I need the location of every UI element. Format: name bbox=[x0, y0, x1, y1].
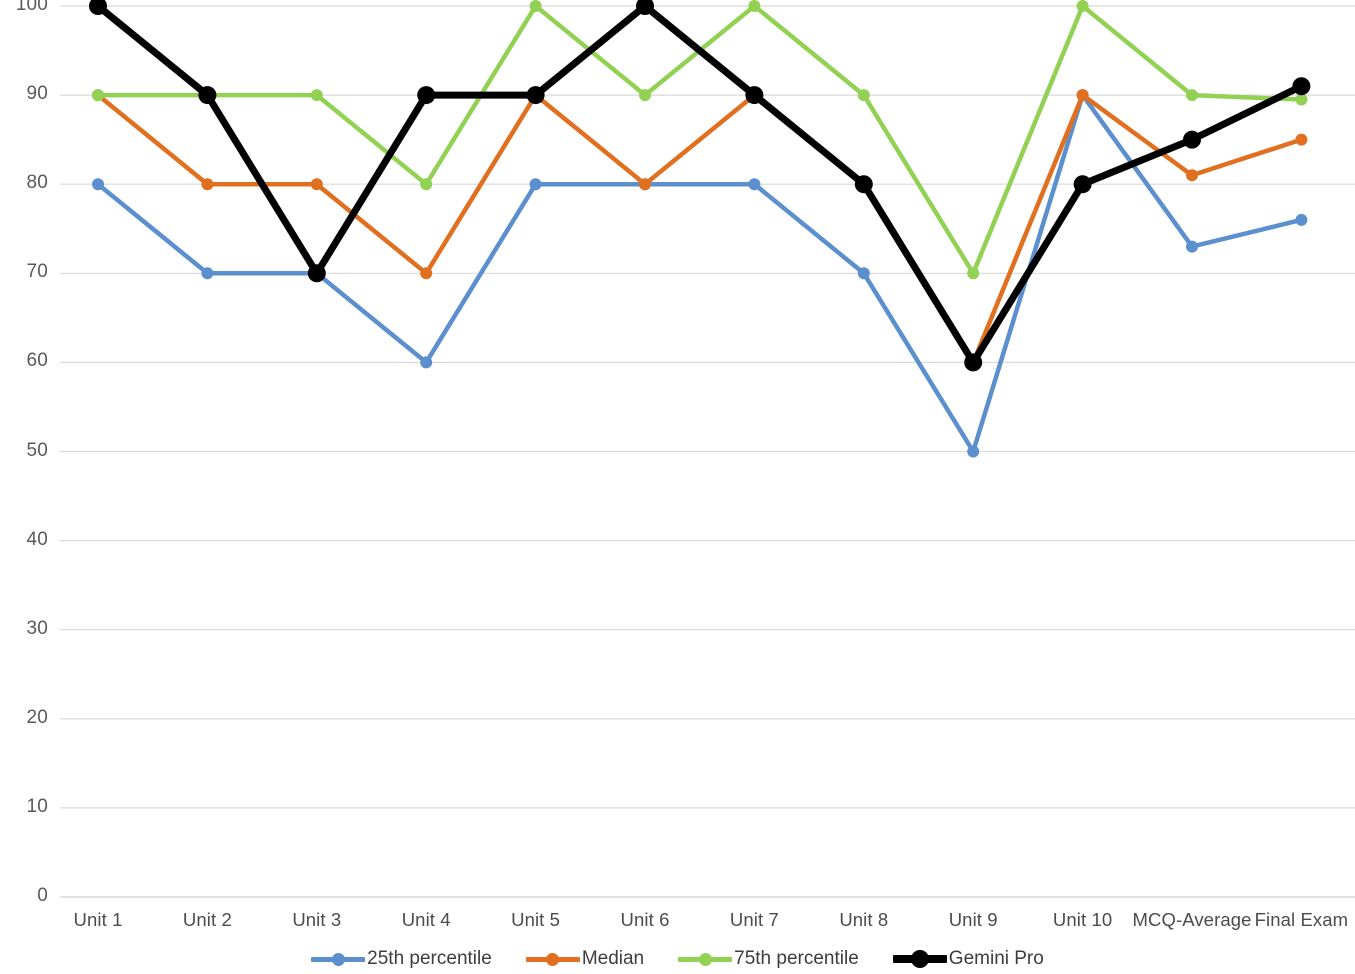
data-point bbox=[201, 267, 214, 280]
legend-item[interactable]: 25th percentile bbox=[311, 948, 492, 970]
data-point bbox=[1295, 93, 1308, 106]
legend-label: 75th percentile bbox=[734, 948, 859, 969]
data-point bbox=[639, 89, 651, 102]
data-point bbox=[1186, 169, 1198, 182]
y-axis-tick-label: 100 bbox=[15, 0, 48, 15]
chart-legend: 25th percentile Median 75th percentile Gemi… bbox=[0, 944, 1355, 974]
data-point bbox=[529, 178, 542, 191]
legend-item[interactable]: Median bbox=[525, 948, 645, 970]
chart-plot-canvas bbox=[60, 0, 1355, 898]
x-axis-tick-label: Unit 1 bbox=[73, 909, 123, 930]
data-point bbox=[420, 267, 433, 280]
legend-swatch-icon bbox=[678, 949, 733, 969]
data-point bbox=[1186, 240, 1198, 253]
data-point bbox=[310, 178, 323, 191]
data-point bbox=[307, 264, 326, 283]
y-axis-tick-label: 30 bbox=[26, 617, 48, 639]
data-point bbox=[1183, 130, 1201, 149]
legend-item[interactable]: Gemini Pro bbox=[892, 948, 1044, 970]
legend-item[interactable]: 75th percentile bbox=[678, 948, 859, 970]
data-point bbox=[92, 89, 104, 102]
data-point bbox=[1295, 213, 1308, 226]
data-point bbox=[854, 175, 873, 194]
data-point bbox=[201, 178, 214, 191]
data-point bbox=[1076, 0, 1089, 12]
data-point bbox=[529, 0, 542, 12]
y-axis-tick-label: 10 bbox=[26, 795, 48, 817]
legend-swatch-icon bbox=[892, 949, 947, 969]
data-point bbox=[420, 178, 433, 191]
gridlines bbox=[60, 5, 1355, 898]
x-axis-tick-label: Unit 10 bbox=[1052, 909, 1113, 930]
data-point bbox=[745, 86, 764, 105]
legend-label: Median bbox=[581, 948, 645, 969]
data-point bbox=[198, 86, 217, 105]
data-point bbox=[967, 267, 980, 280]
x-axis-tick-label: Unit 4 bbox=[401, 909, 451, 930]
y-axis-tick-label: 40 bbox=[26, 528, 48, 550]
y-axis-tick-label: 50 bbox=[26, 439, 48, 461]
x-axis-tick-label: Unit 2 bbox=[182, 909, 232, 930]
legend-swatch-icon bbox=[525, 949, 580, 969]
data-point bbox=[1186, 89, 1198, 102]
x-axis-tick-label: Unit 8 bbox=[839, 909, 889, 930]
y-axis-tick-label: 90 bbox=[26, 83, 48, 105]
y-axis-tick-label: 60 bbox=[26, 350, 48, 372]
data-point bbox=[857, 267, 870, 280]
legend-label: Gemini Pro bbox=[948, 948, 1044, 969]
data-point bbox=[420, 356, 433, 369]
data-point bbox=[748, 0, 761, 12]
y-axis-tick-label: 80 bbox=[26, 172, 48, 194]
series-line-median bbox=[95, 92, 1304, 365]
data-point bbox=[310, 89, 323, 102]
data-point bbox=[1073, 175, 1092, 194]
data-point bbox=[639, 178, 651, 191]
x-axis-tick-label: Unit 3 bbox=[292, 909, 342, 930]
data-point bbox=[1292, 77, 1311, 96]
x-axis-tick-label: Unit 6 bbox=[620, 909, 670, 930]
y-axis-tick-label: 20 bbox=[26, 706, 48, 728]
data-point bbox=[526, 86, 545, 105]
x-axis-tick-label: MCQ-Average bbox=[1132, 909, 1252, 930]
data-point bbox=[857, 89, 870, 102]
data-point bbox=[1076, 89, 1089, 102]
legend-label: 25th percentile bbox=[367, 948, 492, 969]
data-point bbox=[92, 178, 104, 191]
x-axis-tick-label: Unit 9 bbox=[948, 909, 998, 930]
data-point bbox=[967, 445, 980, 458]
data-point bbox=[964, 353, 983, 372]
legend-swatch-icon bbox=[311, 949, 366, 969]
x-axis-tick-label: Unit 7 bbox=[729, 909, 779, 930]
y-axis-tick-label: 70 bbox=[26, 261, 48, 283]
series-lines bbox=[89, 0, 1311, 458]
data-point bbox=[417, 86, 436, 105]
line-chart: 100 90 80 70 60 50 40 30 20 10 0 Unit 1 Unit 2 Unit … bbox=[0, 0, 1355, 974]
x-axis-tick-label: Unit 5 bbox=[511, 909, 561, 930]
y-axis-tick-label: 0 bbox=[37, 885, 48, 906]
data-point bbox=[748, 178, 761, 191]
data-point bbox=[1295, 133, 1308, 146]
x-axis-tick-label: Final Exam bbox=[1254, 909, 1349, 930]
